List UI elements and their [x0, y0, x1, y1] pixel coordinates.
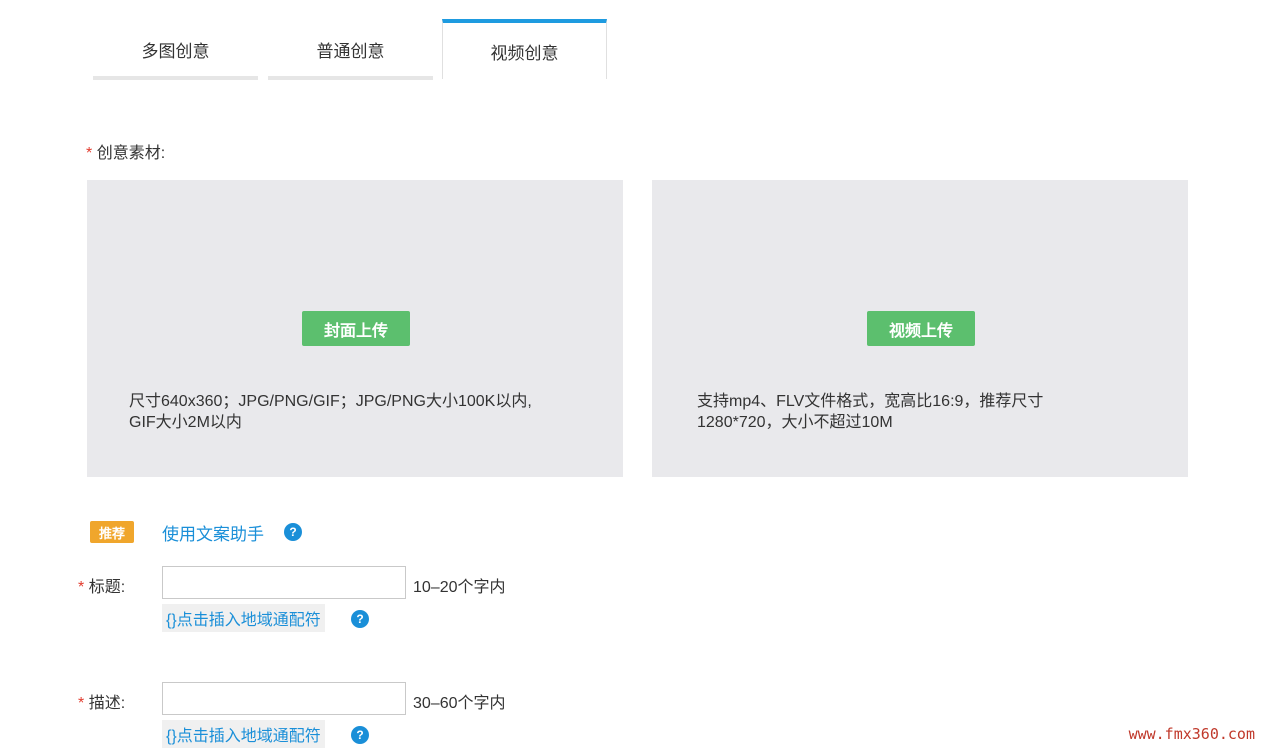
cover-hint: 尺寸640x360；JPG/PNG/GIF；JPG/PNG大小100K以内, G… — [129, 391, 532, 433]
title-label-row: * 标题: — [78, 573, 125, 597]
cover-hint-line2: GIF大小2M以内 — [129, 414, 242, 431]
title-label: 标题: — [88, 579, 126, 596]
title-insert-region-button[interactable]: {}点击插入地域通配符 — [162, 604, 325, 632]
cover-upload-panel: 封面上传 尺寸640x360；JPG/PNG/GIF；JPG/PNG大小100K… — [87, 180, 623, 477]
tab-normal[interactable]: 普通创意 — [268, 22, 433, 80]
video-upload-button[interactable]: 视频上传 — [867, 311, 975, 346]
copy-assistant-link[interactable]: 使用文案助手 — [162, 520, 264, 545]
required-mark: * — [86, 145, 93, 162]
desc-label-row: * 描述: — [78, 689, 125, 713]
desc-label: 描述: — [88, 695, 126, 712]
video-hint-line2: 1280*720，大小不超过10M — [697, 414, 893, 431]
watermark: www.fmx360.com — [1128, 725, 1255, 743]
material-label-row: * 创意素材: — [86, 139, 165, 163]
cover-hint-line1: 尺寸640x360；JPG/PNG/GIF；JPG/PNG大小100K以内, — [129, 393, 532, 410]
desc-insert-region-button[interactable]: {}点击插入地域通配符 — [162, 720, 325, 748]
question-icon[interactable]: ? — [351, 610, 369, 628]
question-icon[interactable]: ? — [284, 523, 302, 541]
question-icon[interactable]: ? — [351, 726, 369, 744]
required-mark: * — [78, 695, 85, 712]
desc-limit: 30–60个字内 — [413, 695, 506, 712]
video-hint-line1: 支持mp4、FLV文件格式，宽高比16:9，推荐尺寸 — [697, 393, 1044, 410]
cover-upload-button[interactable]: 封面上传 — [302, 311, 410, 346]
video-hint: 支持mp4、FLV文件格式，宽高比16:9，推荐尺寸 1280*720，大小不超… — [697, 391, 1043, 433]
title-input[interactable] — [162, 566, 406, 599]
video-upload-panel: 视频上传 支持mp4、FLV文件格式，宽高比16:9，推荐尺寸 1280*720… — [652, 180, 1188, 477]
tab-video[interactable]: 视频创意 — [442, 19, 607, 79]
title-limit: 10–20个字内 — [413, 579, 506, 596]
required-mark: * — [78, 579, 85, 596]
desc-input[interactable] — [162, 682, 406, 715]
recommend-badge: 推荐 — [90, 521, 134, 543]
material-label: 创意素材: — [96, 145, 166, 162]
tab-multi-image[interactable]: 多图创意 — [93, 22, 258, 80]
